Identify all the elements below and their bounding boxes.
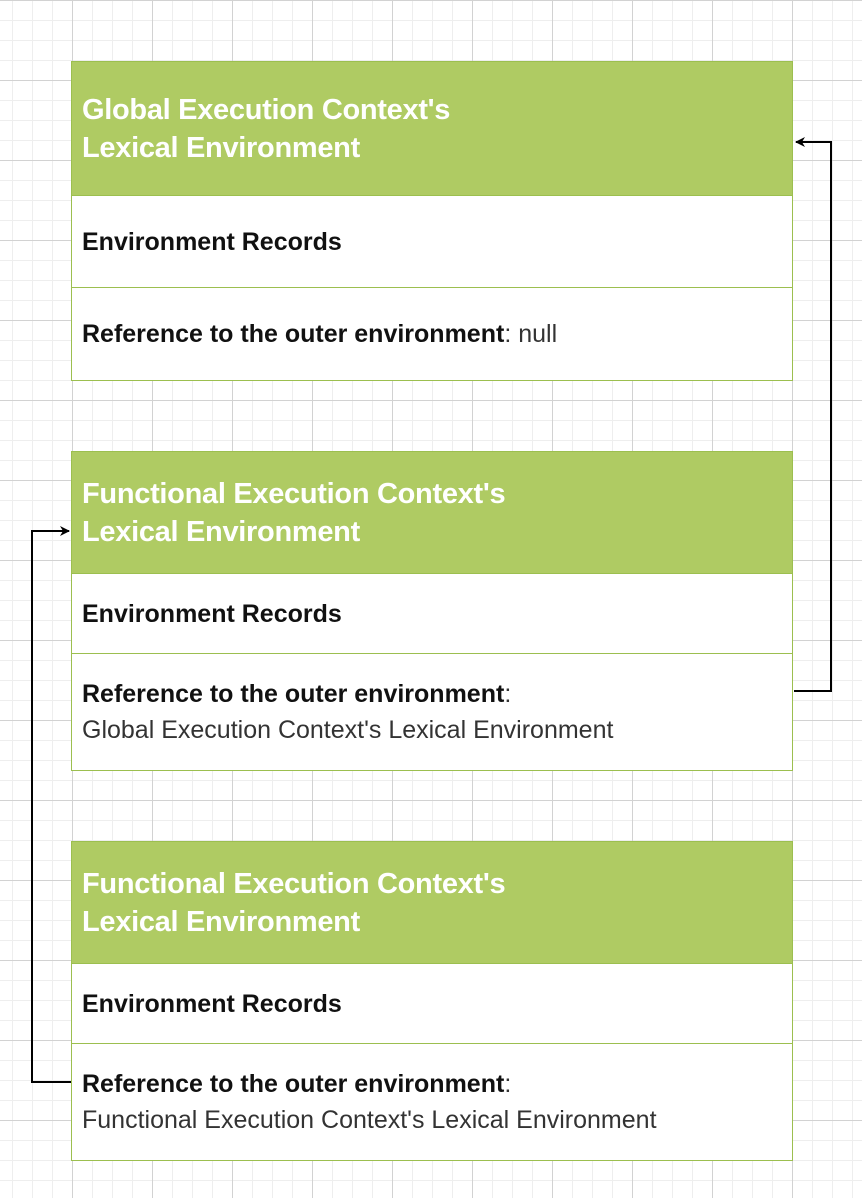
outer-reference-value: Global Execution Context's Lexical Envir… bbox=[82, 716, 614, 744]
outer-reference-value: Functional Execution Context's Lexical E… bbox=[82, 1106, 657, 1134]
outer-reference-value: null bbox=[511, 320, 558, 348]
header-title-line1: Functional Execution Context's bbox=[82, 867, 506, 900]
header-title-line2: Lexical Environment bbox=[82, 515, 360, 548]
environment-records-label: Environment Records bbox=[82, 227, 342, 256]
box-header: Functional Execution Context's Lexical E… bbox=[72, 842, 792, 963]
outer-reference-row[interactable]: Reference to the outer environment: null bbox=[72, 287, 792, 380]
outer-reference-sep: : bbox=[504, 680, 512, 708]
environment-records-label: Environment Records bbox=[82, 599, 342, 628]
outer-reference-row[interactable]: Reference to the outer environment: Glob… bbox=[72, 653, 792, 770]
outer-reference-label: Reference to the outer environment bbox=[82, 680, 505, 708]
outer-reference-label: Reference to the outer environment bbox=[82, 1070, 505, 1098]
environment-records-row[interactable]: Environment Records bbox=[72, 963, 792, 1043]
connector-functional-to-global bbox=[794, 137, 832, 692]
functional-lexical-environment-box-2[interactable]: Functional Execution Context's Lexical E… bbox=[71, 841, 793, 1161]
header-title-line2: Lexical Environment bbox=[82, 131, 360, 164]
outer-reference-sep: : bbox=[504, 1070, 512, 1098]
global-lexical-environment-box[interactable]: Global Execution Context's Lexical Envir… bbox=[71, 61, 793, 381]
outer-reference-line: Reference to the outer environment: bbox=[82, 1066, 792, 1102]
outer-reference-row[interactable]: Reference to the outer environment: Func… bbox=[72, 1043, 792, 1160]
header-title-line1: Global Execution Context's bbox=[82, 93, 451, 126]
functional-lexical-environment-box-1[interactable]: Functional Execution Context's Lexical E… bbox=[71, 451, 793, 771]
outer-reference-line: Reference to the outer environment: bbox=[82, 676, 792, 712]
header-title-line1: Functional Execution Context's bbox=[82, 477, 506, 510]
environment-records-row[interactable]: Environment Records bbox=[72, 573, 792, 653]
box-header: Global Execution Context's Lexical Envir… bbox=[72, 62, 792, 195]
outer-reference-label: Reference to the outer environment bbox=[82, 320, 505, 348]
connector-functional-to-functional bbox=[31, 526, 71, 1083]
header-title-line2: Lexical Environment bbox=[82, 905, 360, 938]
environment-records-row[interactable]: Environment Records bbox=[72, 195, 792, 287]
outer-reference-line: Reference to the outer environment: null bbox=[82, 316, 792, 352]
box-header: Functional Execution Context's Lexical E… bbox=[72, 452, 792, 573]
environment-records-label: Environment Records bbox=[82, 989, 342, 1018]
